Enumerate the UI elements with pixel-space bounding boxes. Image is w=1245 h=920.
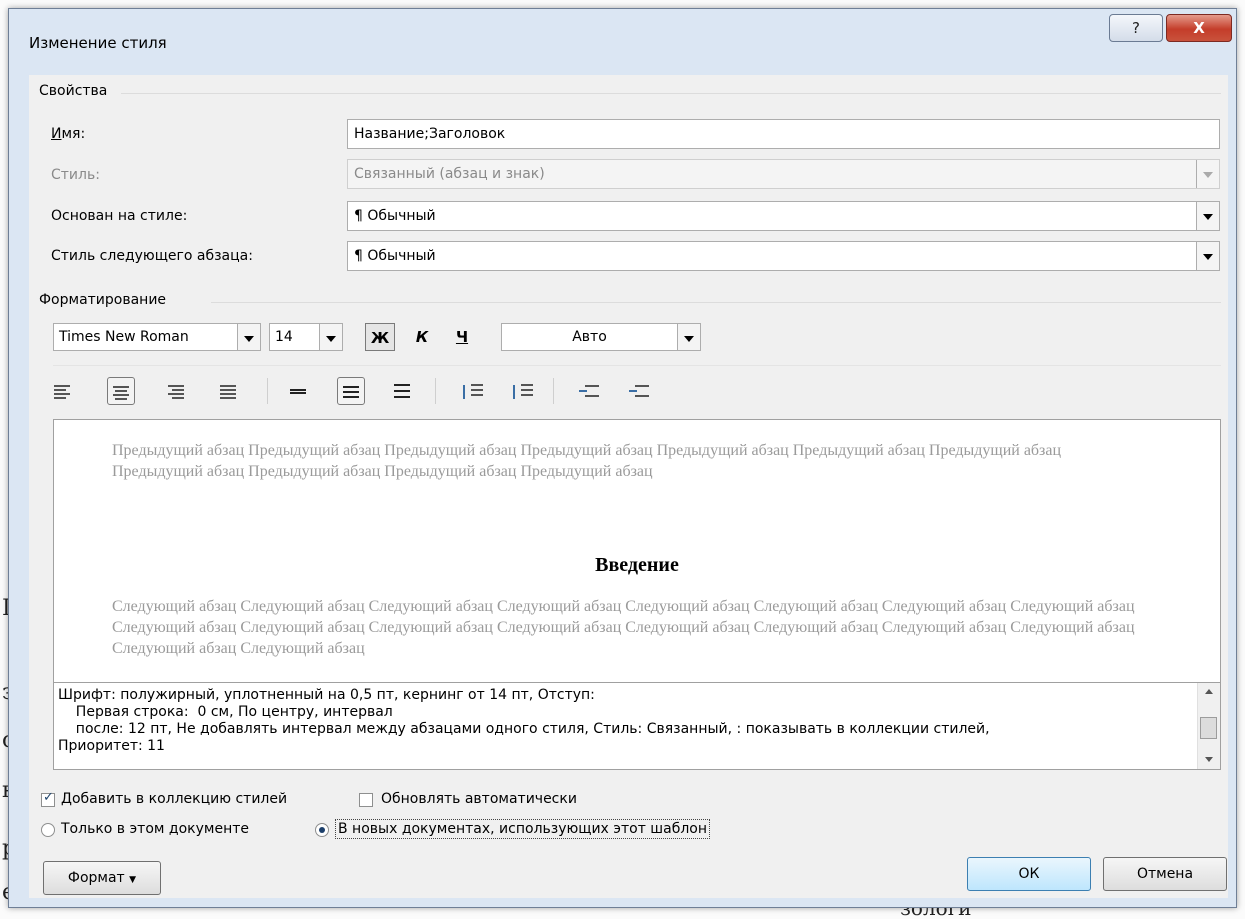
underline-button[interactable]: Ч (447, 323, 477, 351)
style-preview: Предыдущий абзац Предыдущий абзац Предыд… (53, 419, 1221, 683)
next-style-label: Стиль следующего абзаца: (51, 248, 253, 264)
section-divider (211, 302, 1221, 303)
font-color-value: Авто (572, 329, 607, 345)
only-this-doc-label[interactable]: Только в этом документе (61, 821, 249, 837)
format-button[interactable]: Формат ▼ (43, 861, 161, 895)
chevron-down-icon[interactable] (677, 324, 700, 350)
align-right-icon[interactable] (163, 377, 191, 405)
preview-next-paragraph: Следующий абзац Следующий абзац Следующи… (112, 598, 1135, 657)
help-button[interactable]: ? (1109, 14, 1163, 42)
align-left-icon[interactable] (49, 377, 77, 405)
toolbar-separator (553, 378, 554, 404)
align-justify-icon[interactable] (215, 377, 243, 405)
based-on-label: Основан на стиле: (51, 208, 188, 224)
properties-section-label: Свойства (39, 83, 108, 99)
description-line: после: 12 пт, Не добавлять интервал межд… (58, 721, 990, 737)
double-spacing-icon[interactable] (389, 377, 417, 405)
format-button-label: Формат (67, 870, 125, 886)
style-type-value: Связанный (абзац и знак) (354, 166, 545, 182)
chevron-down-icon[interactable] (237, 324, 260, 350)
name-label: Имя: (51, 126, 85, 142)
chevron-down-icon[interactable] (319, 324, 342, 350)
auto-update-label[interactable]: Обновлять автоматически (381, 791, 577, 807)
name-input[interactable]: Название;Заголовок (347, 119, 1220, 149)
name-label-rest: мя: (61, 126, 86, 142)
italic-button[interactable]: К (407, 323, 437, 351)
modify-style-dialog: Изменение стиля ? X Свойства Имя: Назван… (8, 8, 1237, 908)
formatting-section-label: Форматирование (39, 292, 167, 308)
scroll-up-icon[interactable] (1205, 689, 1213, 694)
description-scrollbar[interactable] (1197, 683, 1220, 769)
align-center-icon[interactable] (107, 377, 135, 405)
style-type-label: Стиль: (51, 167, 100, 183)
dialog-content: Свойства Имя: Название;Заголовок Стиль: … (29, 75, 1228, 898)
cancel-button[interactable]: Отмена (1103, 857, 1227, 891)
toolbar-separator (267, 378, 268, 404)
preview-previous-paragraph: Предыдущий абзац Предыдущий абзац Предыд… (112, 442, 1062, 480)
add-to-gallery-label[interactable]: Добавить в коллекцию стилей (61, 791, 287, 807)
based-on-value: ¶ Обычный (354, 208, 436, 224)
next-style-select[interactable]: ¶ Обычный (347, 241, 1220, 271)
name-label-accel: И (51, 126, 62, 142)
toolbar-separator (435, 378, 436, 404)
font-size-select[interactable]: 14 (269, 323, 343, 351)
chevron-down-icon: ▼ (129, 875, 137, 885)
description-line: Шрифт: полужирный, уплотненный на 0,5 пт… (58, 687, 595, 703)
ok-button[interactable]: ОК (967, 857, 1091, 891)
toolbar-divider (53, 365, 1221, 366)
auto-update-checkbox[interactable] (359, 793, 373, 807)
font-color-select[interactable]: Авто (501, 323, 701, 351)
scroll-down-icon[interactable] (1205, 757, 1213, 762)
style-type-select[interactable]: Связанный (абзац и знак) (347, 159, 1220, 189)
scroll-thumb[interactable] (1200, 717, 1217, 739)
increase-indent-icon[interactable] (625, 377, 653, 405)
title-bar: Изменение стиля ? X (9, 9, 1236, 69)
space-before-icon[interactable] (459, 377, 487, 405)
chevron-down-icon (1196, 160, 1219, 188)
decrease-indent-icon[interactable] (575, 377, 603, 405)
font-name-value: Times New Roman (59, 329, 189, 345)
chevron-down-icon[interactable] (1196, 202, 1219, 230)
preview-heading: Введение (595, 554, 679, 576)
close-button[interactable]: X (1166, 14, 1232, 42)
next-style-value: ¶ Обычный (354, 248, 436, 264)
add-to-gallery-checkbox[interactable] (41, 790, 55, 807)
section-divider (121, 93, 1221, 94)
font-size-value: 14 (275, 329, 293, 345)
space-after-icon[interactable] (509, 377, 537, 405)
dialog-title: Изменение стиля (29, 34, 167, 52)
style-description: Шрифт: полужирный, уплотненный на 0,5 пт… (53, 682, 1221, 770)
bold-button[interactable]: Ж (365, 323, 395, 351)
description-line: Приоритет: 11 (58, 738, 165, 754)
font-name-select[interactable]: Times New Roman (53, 323, 261, 351)
single-spacing-icon[interactable] (285, 377, 313, 405)
description-line: Первая строка: 0 см, По центру, интервал (58, 704, 393, 720)
chevron-down-icon[interactable] (1196, 242, 1219, 270)
one-half-spacing-icon[interactable] (337, 377, 365, 405)
new-docs-label[interactable]: В новых документах, использующих этот ша… (335, 819, 710, 839)
only-this-doc-radio[interactable] (41, 823, 55, 837)
new-docs-radio[interactable] (315, 823, 329, 837)
based-on-select[interactable]: ¶ Обычный (347, 201, 1220, 231)
